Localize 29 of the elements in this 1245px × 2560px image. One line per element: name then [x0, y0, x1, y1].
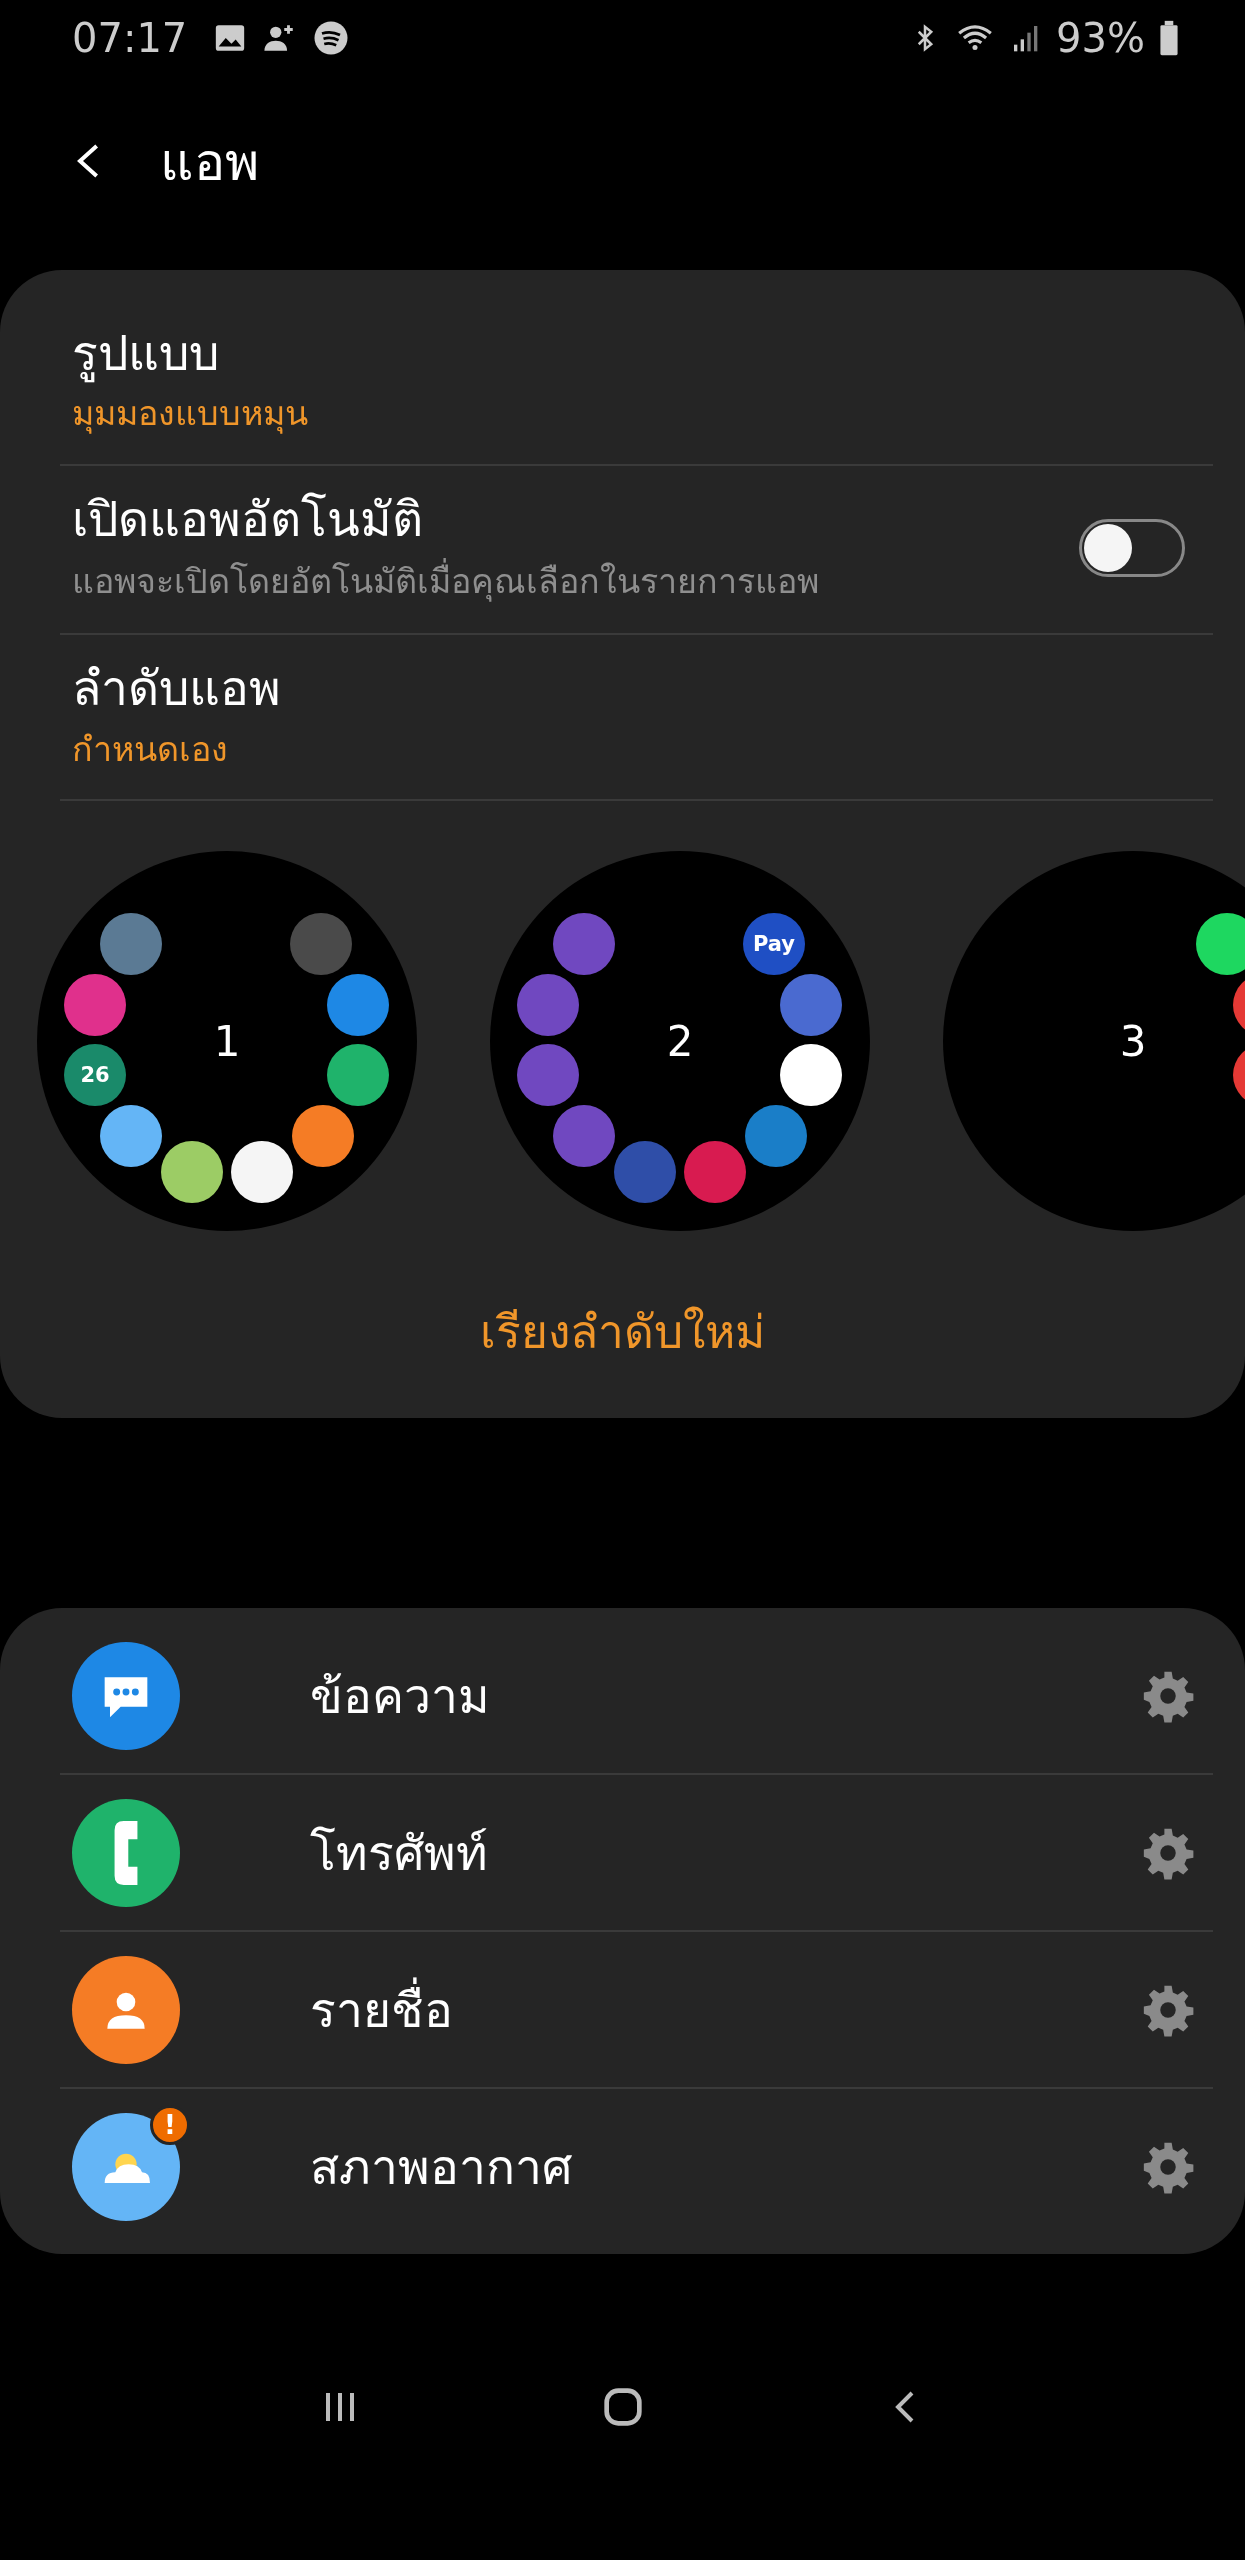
setting-description: แอพจะเปิดโดยอัตโนมัติเมื่อคุณเลือกในรายการแอพ: [72, 556, 932, 608]
app-name: โทรศัพท์: [310, 1823, 489, 1883]
watch-page[interactable]: 1 26: [37, 851, 417, 1232]
watch-page[interactable]: 2 Pay: [490, 851, 870, 1232]
setting-title: เปิดแอพอัตโนมัติ: [72, 490, 424, 549]
app-name: ข้อความ: [310, 1666, 491, 1726]
battery-icon: [1159, 20, 1179, 56]
setting-row[interactable]: รูปแบบ มุมมองแบบหมุน: [0, 300, 1245, 464]
app-name: รายชื่อ: [310, 1971, 1139, 2048]
page-number: 2: [666, 1016, 694, 1066]
clock-time: 07:17: [72, 15, 188, 61]
watch-page[interactable]: 3: [943, 851, 1245, 1232]
setting-row[interactable]: เปิดแอพอัตโนมัติ แอพจะเปิดโดยอัตโนมัติเมื่อคุณเลือกในรายการแอพ: [0, 466, 1245, 634]
page-number: 1: [213, 1016, 241, 1066]
setting-row[interactable]: ลำดับแอพ กำหนดเอง: [0, 635, 1245, 800]
battery-percentage: 93%: [1056, 15, 1145, 61]
phone-icon: [114, 1820, 138, 1885]
setting-value: มุมมองแบบหมุน: [72, 392, 309, 436]
app-icon: 26: [64, 1044, 126, 1107]
page-number: 3: [1119, 1016, 1147, 1066]
toggle-switch[interactable]: [1079, 518, 1185, 577]
setting-title: รูปแบบ: [72, 324, 220, 385]
reorder-button[interactable]: เรียงลำดับใหม่: [450, 1281, 795, 1419]
setting-title: ลำดับแอพ: [72, 659, 282, 719]
page-title: แอพ: [160, 130, 259, 194]
app-icon: Pay: [743, 913, 805, 976]
app-name: สภาพอากาศ: [310, 2137, 573, 2197]
music-app-icon: [313, 20, 350, 56]
setting-value: กำหนดเอง: [72, 727, 229, 771]
